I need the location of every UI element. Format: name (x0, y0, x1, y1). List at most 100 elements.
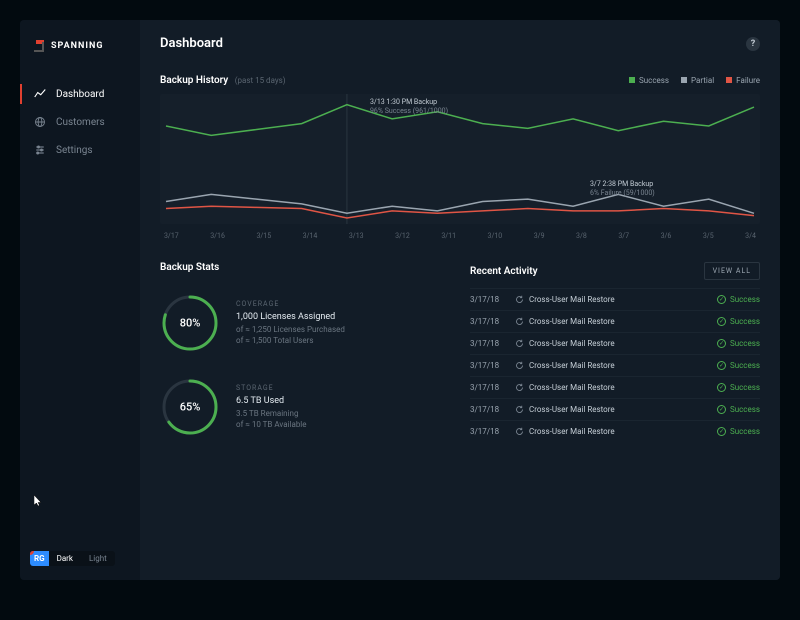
activity-row[interactable]: 3/17/18Cross-User Mail Restore✓Success (470, 420, 760, 442)
x-tick: 3/6 (661, 232, 672, 240)
stat-storage: 65% STORAGE6.5 TB Used3.5 TB Remainingof … (160, 365, 450, 449)
check-icon: ✓ (717, 427, 726, 436)
donut-coverage: 80% (160, 293, 220, 353)
activity-desc: Cross-User Mail Restore (515, 317, 717, 326)
x-tick: 3/11 (441, 232, 456, 240)
activity-status: ✓Success (717, 317, 760, 326)
sidebar-nav: Dashboard Customers Settings (20, 80, 140, 164)
stat-text-storage: STORAGE6.5 TB Used3.5 TB Remainingof ≈ 1… (236, 384, 307, 430)
logo-mark-icon (34, 40, 46, 52)
refresh-icon (515, 361, 524, 370)
x-tick: 3/14 (303, 232, 318, 240)
chart-x-axis: 3/173/163/153/143/133/123/113/103/93/83/… (160, 230, 760, 242)
x-tick: 3/8 (576, 232, 587, 240)
activity-status: ✓Success (717, 405, 760, 414)
activity-row[interactable]: 3/17/18Cross-User Mail Restore✓Success (470, 354, 760, 376)
legend-dot-icon (726, 77, 732, 83)
logo[interactable]: SPANNING (20, 36, 140, 72)
refresh-icon (515, 427, 524, 436)
legend-dot-icon (681, 77, 687, 83)
x-tick: 3/4 (745, 232, 756, 240)
recent-activity-section: Recent Activity VIEW ALL 3/17/18Cross-Us… (470, 262, 760, 449)
activity-date: 3/17/18 (470, 383, 515, 392)
sliders-icon (34, 144, 46, 156)
activity-desc: Cross-User Mail Restore (515, 339, 717, 348)
stat-coverage: 80% COVERAGE1,000 Licenses Assignedof ≈ 1… (160, 281, 450, 365)
check-icon: ✓ (717, 383, 726, 392)
legend-dot-icon (629, 77, 635, 83)
chart-legend: Success Partial Failure (629, 76, 760, 85)
activity-row[interactable]: 3/17/18Cross-User Mail Restore✓Success (470, 310, 760, 332)
activity-date: 3/17/18 (470, 361, 515, 370)
donut-label: 65% (180, 401, 201, 414)
activity-row[interactable]: 3/17/18Cross-User Mail Restore✓Success (470, 376, 760, 398)
activity-date: 3/17/18 (470, 405, 515, 414)
sidebar-item-label: Settings (56, 145, 93, 156)
sidebar: SPANNING Dashboard Customers Settings RG D… (20, 20, 140, 580)
sidebar-item-label: Customers (56, 117, 105, 128)
backup-history-title: Backup History (160, 75, 228, 86)
legend-item-partial: Partial (681, 76, 714, 85)
activity-date: 3/17/18 (470, 427, 515, 436)
refresh-icon (515, 317, 524, 326)
page-header: Dashboard ? (160, 36, 760, 51)
x-tick: 3/7 (618, 232, 629, 240)
activity-desc: Cross-User Mail Restore (515, 383, 717, 392)
x-tick: 3/9 (534, 232, 545, 240)
activity-date: 3/17/18 (470, 317, 515, 326)
backup-stats-title: Backup Stats (160, 262, 450, 273)
activity-desc: Cross-User Mail Restore (515, 405, 717, 414)
activity-status: ✓Success (717, 383, 760, 392)
help-icon[interactable]: ? (746, 37, 760, 51)
theme-option-dark[interactable]: Dark (49, 551, 81, 566)
backup-stats-section: Backup Stats 80% COVERAGE1,000 Licenses A… (160, 262, 450, 449)
x-tick: 3/13 (349, 232, 364, 240)
refresh-icon (515, 339, 524, 348)
refresh-icon (515, 383, 524, 392)
cursor-icon (34, 495, 44, 510)
check-icon: ✓ (717, 361, 726, 370)
sidebar-item-settings[interactable]: Settings (20, 136, 140, 164)
x-tick: 3/5 (703, 232, 714, 240)
x-tick: 3/12 (395, 232, 410, 240)
user-badge[interactable]: RG (30, 551, 49, 566)
main-content: Dashboard ? Backup History (past 15 days… (140, 20, 780, 580)
check-icon: ✓ (717, 405, 726, 414)
activity-desc: Cross-User Mail Restore (515, 361, 717, 370)
activity-status: ✓Success (717, 339, 760, 348)
sidebar-item-label: Dashboard (56, 89, 104, 100)
check-icon: ✓ (717, 295, 726, 304)
chart-tooltip: 3/13 1:30 PM Backup96% Success (961/1000… (370, 98, 448, 116)
activity-status: ✓Success (717, 295, 760, 304)
refresh-icon (515, 295, 524, 304)
check-icon: ✓ (717, 317, 726, 326)
x-tick: 3/10 (488, 232, 503, 240)
activity-row[interactable]: 3/17/18Cross-User Mail Restore✓Success (470, 288, 760, 310)
activity-status: ✓Success (717, 427, 760, 436)
backup-history-header: Backup History (past 15 days) Success Par… (160, 75, 760, 86)
x-tick: 3/15 (256, 232, 271, 240)
activity-desc: Cross-User Mail Restore (515, 295, 717, 304)
legend-item-failure: Failure (726, 76, 760, 85)
theme-switcher: RG DarkLight (30, 551, 115, 566)
sidebar-item-dashboard[interactable]: Dashboard (20, 80, 140, 108)
backup-history-chart[interactable]: 3/13 1:30 PM Backup96% Success (961/1000… (160, 94, 760, 224)
stat-text-coverage: COVERAGE1,000 Licenses Assignedof ≈ 1,25… (236, 300, 345, 346)
theme-option-light[interactable]: Light (81, 551, 115, 566)
page-title: Dashboard (160, 36, 223, 51)
chart-tooltip: 3/7 2:38 PM Backup6% Failure (59/1000) (590, 180, 655, 198)
activity-status: ✓Success (717, 361, 760, 370)
globe-icon (34, 116, 46, 128)
activity-date: 3/17/18 (470, 295, 515, 304)
activity-row[interactable]: 3/17/18Cross-User Mail Restore✓Success (470, 398, 760, 420)
sidebar-item-customers[interactable]: Customers (20, 108, 140, 136)
activity-row[interactable]: 3/17/18Cross-User Mail Restore✓Success (470, 332, 760, 354)
activity-desc: Cross-User Mail Restore (515, 427, 717, 436)
donut-label: 80% (180, 317, 201, 330)
view-all-button[interactable]: VIEW ALL (704, 262, 760, 280)
legend-item-success: Success (629, 76, 669, 85)
refresh-icon (515, 405, 524, 414)
chart-line-icon (34, 88, 46, 100)
backup-history-subtitle: (past 15 days) (235, 76, 286, 85)
check-icon: ✓ (717, 339, 726, 348)
